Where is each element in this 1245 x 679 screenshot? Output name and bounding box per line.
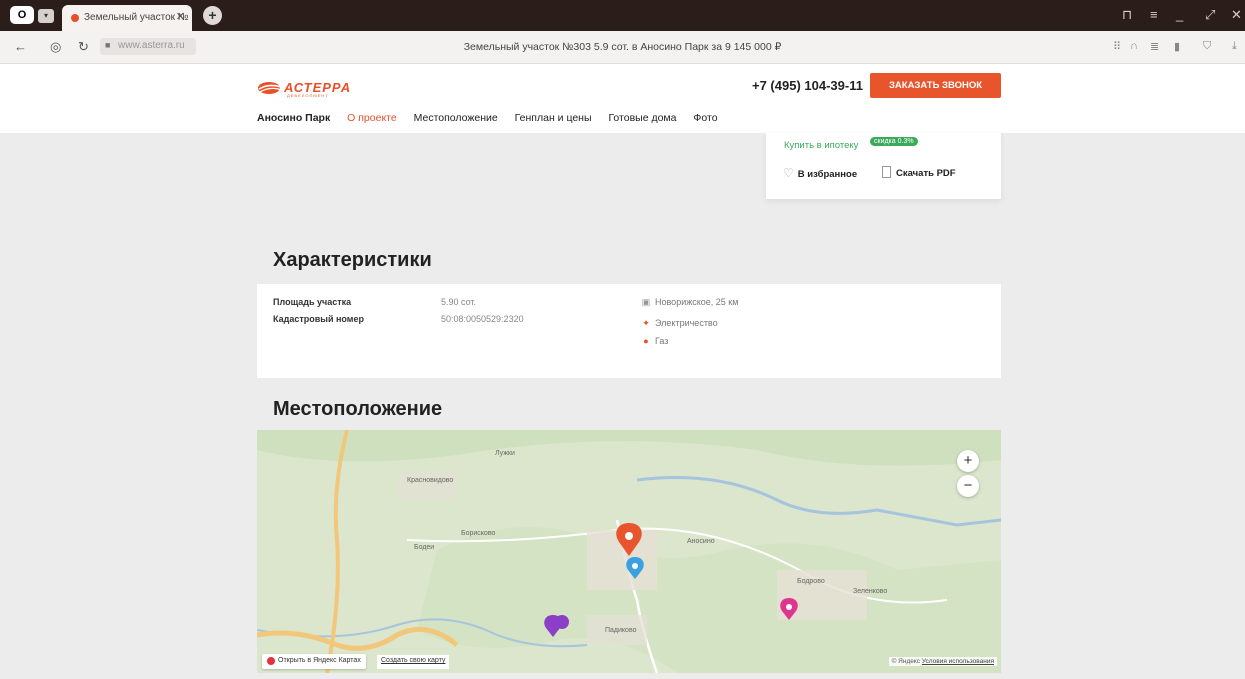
feature-gas-text: Газ <box>655 336 669 346</box>
discount-badge: скидка 0.3% <box>870 137 918 146</box>
page-title: Земельный участок №303 5.9 сот. в Аносин… <box>463 41 782 53</box>
feature-road: ▣ Новорижское, 25 км <box>641 297 739 308</box>
pdf-label: Скачать PDF <box>896 168 956 179</box>
map-pin-icon <box>267 657 275 665</box>
map-place-label: Аносино <box>687 538 715 545</box>
window-close-icon[interactable]: ✕ <box>1231 7 1242 23</box>
road-icon: ▣ <box>641 297 651 307</box>
map-place-label: Лужки <box>495 450 515 457</box>
nav-item-photo[interactable]: Фото <box>693 112 717 124</box>
bookmark-add-icon[interactable]: ▮ <box>1174 40 1180 53</box>
map-background <box>257 430 1001 673</box>
zoom-in-button[interactable]: + <box>957 450 979 472</box>
nav-item-home[interactable]: Аносино Парк <box>257 112 330 124</box>
new-tab-button[interactable]: + <box>203 6 222 25</box>
map-place-label: Зеленково <box>853 588 888 595</box>
address-bar: ← ◎ ↻ ■ www.asterra.ru Земельный участок… <box>0 31 1245 64</box>
headphones-icon[interactable]: ∩ <box>1130 40 1138 52</box>
cadastral-value: 50:08:0050529:2320 <box>441 314 524 324</box>
feature-electricity-text: Электричество <box>655 318 718 328</box>
create-map-link[interactable]: Создать свою карту <box>377 655 450 669</box>
download-icon[interactable]: ⤓ <box>1232 40 1237 53</box>
open-in-yandex-maps-link[interactable]: Открыть в Яндекс Картах <box>262 654 366 669</box>
brand-logo[interactable]: АСТЕРРА ДЕВЕЛОПМЕНТ <box>257 78 355 98</box>
nav-item-houses[interactable]: Готовые дома <box>608 112 676 124</box>
tab-title: Земельный участок № <box>84 12 189 23</box>
translate-icon[interactable]: ⠿ <box>1113 40 1121 53</box>
feature-electricity: ✦ Электричество <box>641 318 718 329</box>
area-label: Площадь участка <box>273 297 352 307</box>
terms-link[interactable]: Условия использования <box>922 658 994 665</box>
logo-mark-icon <box>258 82 283 94</box>
browser-tab[interactable]: Земельный участок № ✕ <box>62 5 192 31</box>
site-nav: Аносино Парк О проекте Местоположение Ге… <box>257 112 732 124</box>
chevron-down-icon[interactable]: ▾ <box>38 9 54 23</box>
heart-icon: ♡ <box>783 166 794 180</box>
gas-icon: ● <box>643 336 649 346</box>
price-card: Купить в ипотеку скидка 0.3% ♡ В избранно… <box>766 133 1001 199</box>
menu-icon[interactable]: ≡ <box>1150 7 1158 22</box>
zoom-out-button[interactable]: − <box>957 475 979 497</box>
browser-tab-bar: O ▾ Земельный участок № ✕ + ⊓ ≡ _ ⤢ ✕ <box>0 0 1245 31</box>
map-place-label: Бодеи <box>414 544 435 551</box>
nav-item-plan[interactable]: Генплан и цены <box>515 112 592 124</box>
characteristics-panel: Площадь участка 5.90 сот. Кадастровый но… <box>257 284 1001 378</box>
brand-subtitle: ДЕВЕЛОПМЕНТ <box>287 93 329 98</box>
map-place-label: Красновидово <box>407 477 454 484</box>
close-icon[interactable]: ✕ <box>176 10 185 23</box>
feature-gas: ● Газ <box>641 336 668 346</box>
nav-item-location[interactable]: Местоположение <box>414 112 498 124</box>
favorite-button[interactable]: ♡ В избранное <box>783 166 857 180</box>
mortgage-link[interactable]: Купить в ипотеку <box>784 140 858 151</box>
map-place-label: Бодрово <box>797 578 825 585</box>
area-value: 5.90 сот. <box>441 297 477 307</box>
map-place-label: Борисково <box>461 530 496 537</box>
browser-menu-button[interactable]: O <box>10 6 34 24</box>
electricity-icon: ✦ <box>642 318 650 328</box>
open-map-label: Открыть в Яндекс Картах <box>278 657 361 664</box>
feature-road-text: Новорижское, 25 км <box>655 297 739 307</box>
pin-icon[interactable]: ⤢ <box>1205 7 1215 23</box>
phone-number[interactable]: +7 (495) 104-39-11 <box>752 78 863 93</box>
callback-button[interactable]: ЗАКАЗАТЬ ЗВОНОК <box>870 73 1001 98</box>
copyright-text: © Яндекс <box>891 658 921 665</box>
nav-item-about[interactable]: О проекте <box>347 112 397 124</box>
map-place-label: Падиково <box>605 627 637 634</box>
location-heading: Местоположение <box>273 398 443 420</box>
document-icon <box>882 166 891 178</box>
download-pdf-button[interactable]: Скачать PDF <box>882 166 956 179</box>
reader-icon[interactable]: ≣ <box>1150 40 1159 53</box>
site-favicon-icon <box>71 14 79 22</box>
map-copyright: © Яндекс Условия использования <box>888 657 997 666</box>
favorite-label: В избранное <box>797 169 858 180</box>
bookmark-icon[interactable]: ⊓ <box>1122 7 1132 23</box>
yandex-map[interactable]: Красновидово Лужки Борисково Бодеи Аноси… <box>257 430 1001 673</box>
cadastral-label: Кадастровый номер <box>273 314 364 324</box>
site-header: АСТЕРРА ДЕВЕЛОПМЕНТ +7 (495) 104-39-11 З… <box>0 64 1245 133</box>
shield-icon[interactable]: ⛉ <box>1203 40 1211 53</box>
minimize-icon[interactable]: _ <box>1176 7 1183 22</box>
characteristics-heading: Характеристики <box>273 249 432 271</box>
